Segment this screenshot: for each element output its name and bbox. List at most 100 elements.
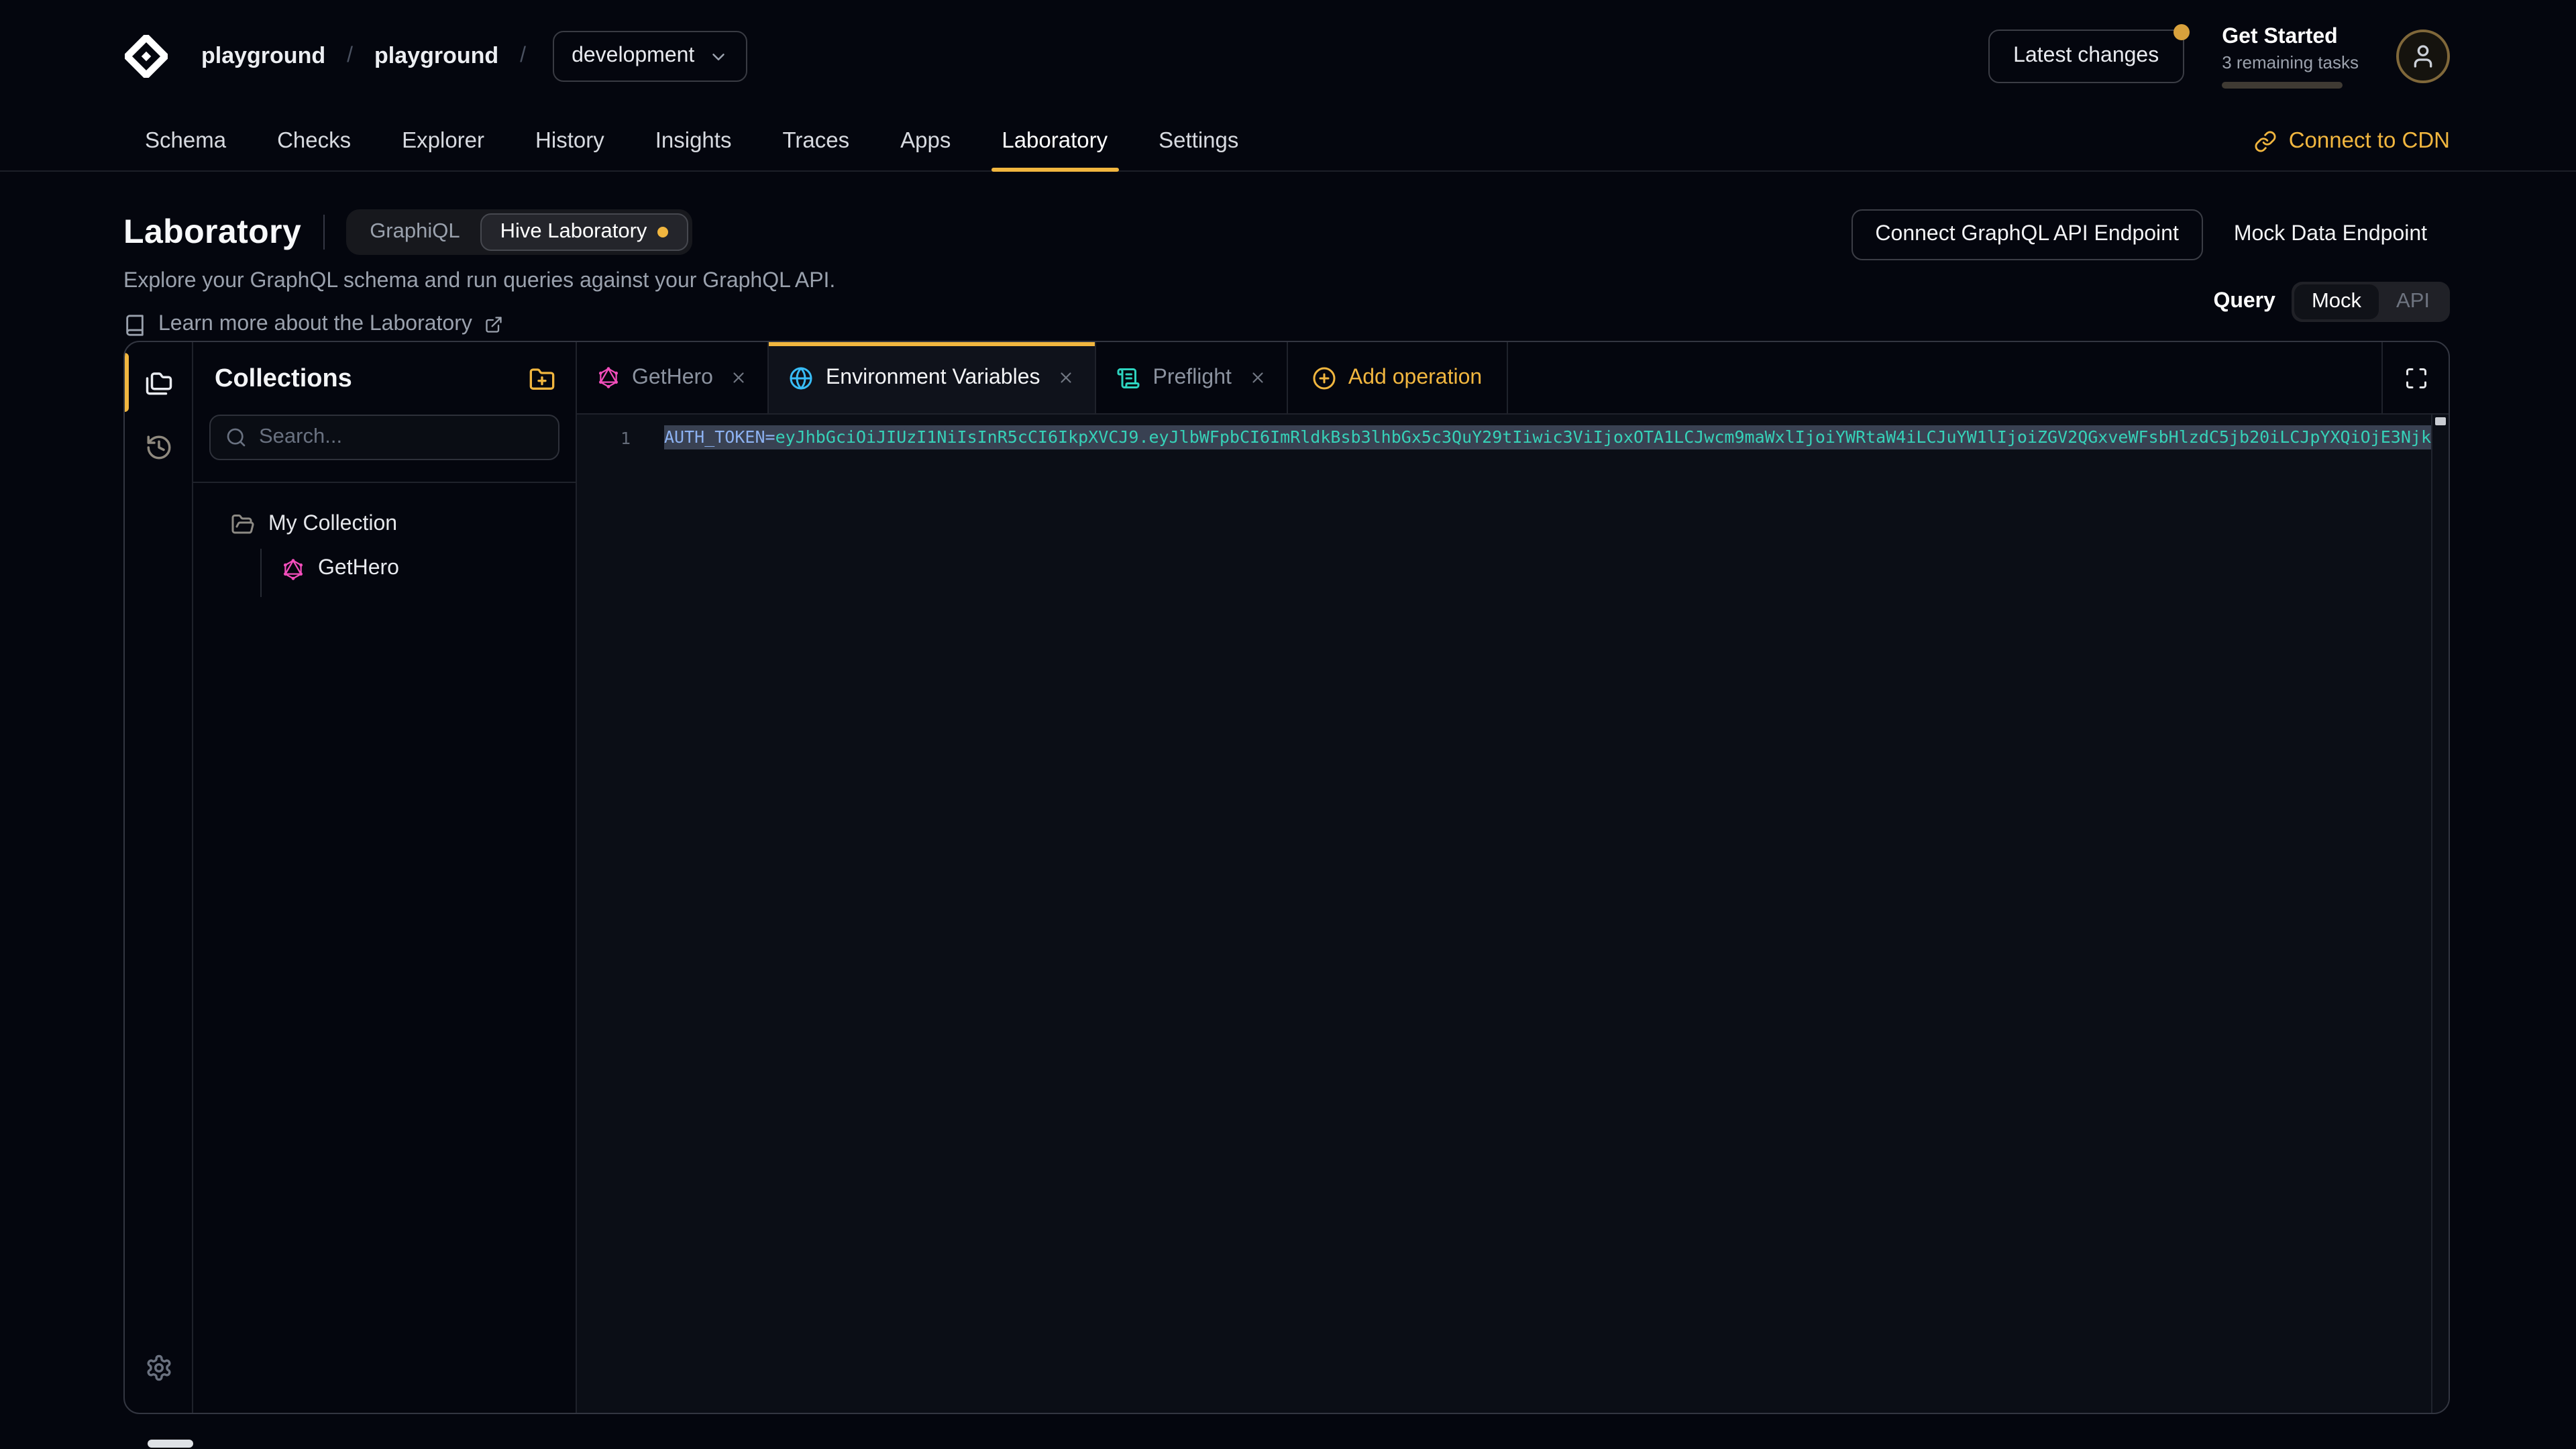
tabbar-spacer [1507,342,2381,413]
globe-icon [790,366,814,390]
page-header: Laboratory GraphiQL Hive Laboratory Expl… [0,172,2576,341]
nav-item-traces[interactable]: Traces [761,113,871,170]
folders-icon [144,368,172,396]
collections-sidebar: Collections My Collection [193,342,577,1413]
nav-item-settings[interactable]: Settings [1137,113,1260,170]
close-icon[interactable] [1249,369,1267,386]
gear-icon [144,1353,172,1381]
get-started-title: Get Started [2222,25,2359,49]
fullscreen-button[interactable] [2381,342,2449,413]
editor-scrollbar-track[interactable] [2431,415,2449,1413]
page-title: Laboratory [123,213,301,252]
add-operation-button[interactable]: Add operation [1288,342,1507,413]
mode-active-dot [657,227,668,237]
tab-label: Environment Variables [826,366,1040,390]
editor-line[interactable]: 1 AUTH_TOKEN=eyJhbGciOiJIUzI1NiIsInR5cCI… [577,425,2449,449]
ui-mode-toggle: GraphiQL Hive Laboratory [345,209,692,255]
laboratory-panel: Collections My Collection [123,341,2450,1414]
rail-collections-button[interactable] [125,350,192,415]
connect-to-cdn-label: Connect to CDN [2289,129,2450,154]
learn-more-label: Learn more about the Laboratory [158,313,472,337]
rail-history-button[interactable] [125,415,192,479]
external-link-icon [484,315,503,334]
folder-open-icon [231,513,255,537]
latest-changes-button[interactable]: Latest changes [1988,30,2184,83]
add-collection-button[interactable] [529,366,555,393]
mode-option-label: Hive Laboratory [500,220,647,244]
graphql-icon [282,557,305,580]
env-variable-name: AUTH_TOKEN [664,427,765,447]
env-variables-editor[interactable]: 1 AUTH_TOKEN=eyJhbGciOiJIUzI1NiIsInR5cCI… [577,415,2449,1413]
notification-dot [2174,24,2190,40]
query-option-api[interactable]: API [2379,284,2447,319]
nav-item-apps[interactable]: Apps [879,113,972,170]
maximize-icon [2404,366,2428,390]
tab-label: Preflight [1153,366,1232,390]
history-icon [144,433,172,461]
close-icon[interactable] [1058,369,1075,386]
connect-to-cdn-link[interactable]: Connect to CDN [2254,113,2450,170]
connect-graphql-endpoint-button[interactable]: Connect GraphQL API Endpoint [1851,209,2202,260]
workspace: GetHero Environment Variables [577,342,2449,1413]
breadcrumb-org[interactable]: playground [201,43,325,70]
latest-changes-label: Latest changes [2013,44,2159,67]
breadcrumb-project[interactable]: playground [374,43,498,70]
page-header-right: Connect GraphQL API Endpoint Mock Data E… [1851,209,2450,322]
chevron-down-icon [708,46,728,66]
graphql-icon [597,366,620,389]
hive-laboratory-app: playground / playground / development La… [0,0,2576,1449]
mode-option-hive-laboratory[interactable]: Hive Laboratory [480,213,689,251]
collection-folder-row[interactable]: My Collection [212,510,557,539]
operation-row[interactable]: GetHero [282,551,557,586]
tab-label: GetHero [632,366,713,390]
mock-data-endpoint-button[interactable]: Mock Data Endpoint [2211,211,2450,259]
link-icon [2254,130,2277,153]
nav-item-explorer[interactable]: Explorer [380,113,506,170]
main-nav: Schema Checks Explorer History Insights … [0,113,2576,172]
query-target-toggle: Query Mock API [2213,282,2450,322]
collection-folder-label: My Collection [268,513,397,537]
side-rail [125,342,193,1413]
nav-item-history[interactable]: History [514,113,626,170]
collections-title: Collections [215,365,352,394]
breadcrumb-separator: / [517,44,529,68]
user-avatar[interactable] [2396,30,2450,83]
target-selector[interactable]: development [553,31,747,82]
tab-bar: GetHero Environment Variables [577,342,2449,415]
search-icon [225,427,247,448]
page-scrollbar-thumb[interactable] [148,1440,193,1448]
nav-item-laboratory[interactable]: Laboratory [980,113,1129,170]
mode-option-graphiql[interactable]: GraphiQL [350,213,480,251]
tab-preflight[interactable]: Preflight [1097,342,1288,413]
script-icon [1117,366,1141,390]
env-variable-value: eyJhbGciOiJIUzI1NiIsInR5cCI6IkpXVCJ9.eyJ… [775,427,2431,447]
nav-item-insights[interactable]: Insights [634,113,753,170]
nav-item-checks[interactable]: Checks [256,113,372,170]
nav-tabs: Schema Checks Explorer History Insights … [123,113,1260,170]
rail-settings-button[interactable] [125,1335,192,1399]
top-bar-right: Latest changes Get Started 3 remaining t… [1988,25,2450,88]
target-selector-value: development [572,44,694,68]
title-divider [323,215,324,250]
collections-search[interactable] [209,415,559,460]
editor-scrollbar-thumb[interactable] [2435,417,2446,425]
breadcrumb-separator: / [344,44,356,68]
close-icon[interactable] [731,369,748,386]
top-bar: playground / playground / development La… [0,0,2576,113]
tab-environment-variables[interactable]: Environment Variables [769,342,1097,413]
query-option-mock[interactable]: Mock [2294,284,2379,319]
user-icon [2410,43,2436,70]
get-started-progressbar [2222,81,2343,88]
hive-logo-icon[interactable] [123,34,169,79]
page-header-left: Laboratory GraphiQL Hive Laboratory Expl… [123,209,835,337]
equals-operator: = [765,427,775,447]
learn-more-link[interactable]: Learn more about the Laboratory [123,313,503,337]
tab-gethero[interactable]: GetHero [577,342,769,413]
query-label: Query [2213,290,2275,314]
search-input[interactable] [259,425,543,449]
collections-tree: My Collection GetHero [193,483,576,613]
nav-item-schema[interactable]: Schema [123,113,248,170]
get-started-widget[interactable]: Get Started 3 remaining tasks [2222,25,2359,88]
get-started-subtitle: 3 remaining tasks [2222,52,2359,72]
book-icon [123,313,146,336]
